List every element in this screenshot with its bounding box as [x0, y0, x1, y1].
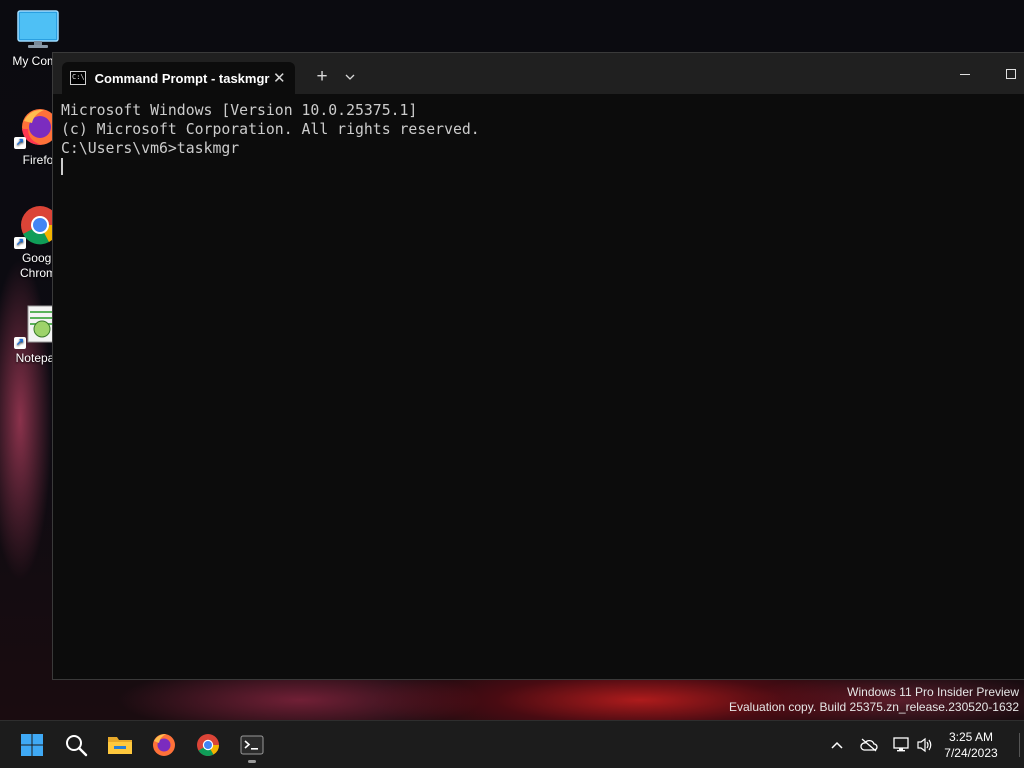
taskbar-chrome[interactable]: [188, 727, 228, 763]
shortcut-arrow-icon: ↗: [14, 237, 26, 249]
search-button[interactable]: [56, 727, 96, 763]
shortcut-arrow-icon: ↗: [14, 137, 26, 149]
console-cursor-line: [61, 158, 1014, 177]
terminal-icon: [240, 735, 264, 755]
console-line: (c) Microsoft Corporation. All rights re…: [61, 121, 480, 138]
tab-title: Command Prompt - taskmgr: [94, 70, 270, 86]
watermark-line: Windows 11 Pro Insider Preview: [847, 685, 1019, 699]
taskbar-firefox[interactable]: [144, 727, 184, 763]
chevron-down-icon: [345, 74, 355, 80]
taskbar-file-explorer[interactable]: [100, 727, 140, 763]
taskbar-terminal[interactable]: [232, 727, 272, 763]
console-output[interactable]: Microsoft Windows [Version 10.0.25375.1]…: [61, 101, 1014, 177]
chrome-icon: [197, 734, 219, 756]
desktop-icon-label: Googl Chrom: [19, 251, 56, 280]
console-line: C:\Users\vm6>taskmgr: [61, 140, 240, 157]
volume-icon: [917, 737, 932, 753]
minimize-icon: [960, 73, 970, 75]
text-cursor: [61, 158, 63, 175]
taskbar-clock[interactable]: 3:25 AM 7/24/2023: [936, 729, 1006, 761]
start-button[interactable]: [12, 727, 52, 763]
tab-command-prompt[interactable]: C:\ Command Prompt - taskmgr ✕: [62, 62, 295, 94]
firefox-icon: [153, 734, 175, 756]
desktop-icon-label: Firefo: [22, 153, 54, 167]
minimize-button[interactable]: [942, 61, 988, 87]
maximize-button[interactable]: [988, 61, 1024, 87]
cloud-off-icon: [860, 738, 878, 752]
show-desktop-button[interactable]: [1019, 733, 1020, 757]
shortcut-arrow-icon: ↗: [14, 337, 26, 349]
title-bar[interactable]: C:\ Command Prompt - taskmgr ✕ +: [53, 53, 1024, 94]
clock-time: 3:25 AM: [948, 730, 994, 744]
tab-dropdown-button[interactable]: [339, 65, 361, 89]
watermark-line: Evaluation copy. Build 25375.zn_release.…: [729, 700, 1019, 714]
taskbar: 3:25 AM 7/24/2023: [0, 720, 1024, 768]
console-line: Microsoft Windows [Version 10.0.25375.1]: [61, 102, 418, 119]
maximize-icon: [1006, 69, 1016, 79]
new-tab-button[interactable]: +: [309, 65, 335, 89]
clock-date: 7/24/2023: [944, 746, 998, 760]
onedrive-status[interactable]: [857, 733, 881, 757]
network-icon: [893, 737, 909, 752]
chevron-up-icon: [831, 741, 843, 749]
network-status[interactable]: [889, 733, 913, 757]
start-icon: [21, 734, 43, 756]
file-explorer-icon: [108, 737, 132, 754]
show-hidden-icons-button[interactable]: [825, 733, 849, 757]
command-prompt-icon: C:\: [70, 71, 86, 85]
terminal-window[interactable]: C:\ Command Prompt - taskmgr ✕ + Microso…: [52, 52, 1024, 680]
evaluation-watermark: Windows 11 Pro Insider Preview Evaluatio…: [729, 685, 1019, 715]
close-tab-button[interactable]: ✕: [269, 69, 289, 87]
active-app-indicator: [248, 760, 256, 763]
monitor-icon: [17, 10, 59, 48]
search-icon: [66, 735, 88, 757]
volume-control[interactable]: [913, 733, 937, 757]
